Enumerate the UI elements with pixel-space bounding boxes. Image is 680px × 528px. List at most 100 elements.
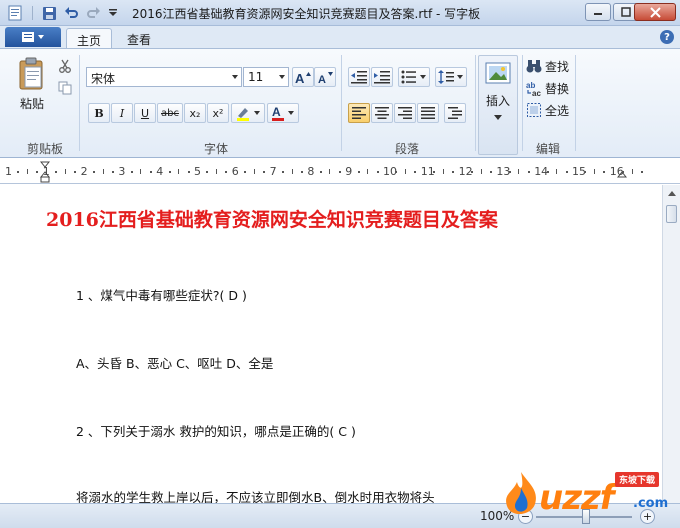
save-icon[interactable] <box>40 4 58 22</box>
increase-indent-button[interactable] <box>371 67 393 87</box>
subscript-button[interactable]: x₂ <box>184 103 206 123</box>
copy-icon <box>58 81 72 95</box>
customize-quick-access-icon[interactable] <box>104 4 122 22</box>
text-color-icon: A <box>272 105 294 121</box>
font-size-value: 11 <box>248 70 264 84</box>
list-button[interactable] <box>398 67 430 87</box>
ruler-tick <box>518 169 520 174</box>
ruler-dot <box>319 171 322 173</box>
ruler-dot <box>603 171 606 173</box>
ruler-dot <box>641 171 644 173</box>
decrease-indent-icon <box>351 71 367 84</box>
superscript-button[interactable]: x² <box>207 103 229 123</box>
ruler-number: 8 <box>307 165 315 178</box>
ruler-dot <box>74 171 77 173</box>
ruler-tick <box>178 169 180 174</box>
paragraph-icon <box>448 107 462 119</box>
select-all-icon <box>527 103 541 117</box>
ruler-dot <box>300 171 303 173</box>
help-icon[interactable]: ? <box>660 30 674 44</box>
decrease-indent-button[interactable] <box>348 67 370 87</box>
select-all-button[interactable]: 全选 <box>526 101 576 119</box>
ruler[interactable]: 1 1 2 3 4 5 6 7 8 9 10 11 12 13 14 15 16 <box>0 160 680 184</box>
underline-button[interactable]: U <box>134 103 156 123</box>
replace-button[interactable]: ab ac 替换 <box>526 79 576 97</box>
ruler-number: 5 <box>194 165 201 178</box>
watermark-flame-icon <box>506 472 536 515</box>
chevron-down-icon <box>279 75 285 79</box>
application-menu-button[interactable] <box>5 27 61 47</box>
align-center-button[interactable] <box>371 103 393 123</box>
align-left-icon <box>352 107 366 119</box>
ruler-dot <box>17 171 20 173</box>
undo-icon[interactable] <box>62 4 80 22</box>
vertical-scrollbar[interactable] <box>662 185 680 503</box>
svg-text:A: A <box>272 105 281 119</box>
ruler-dot <box>168 171 171 173</box>
text-color-button[interactable]: A <box>267 103 299 123</box>
ruler-dot <box>149 171 152 173</box>
ruler-tick <box>480 169 482 174</box>
scrollbar-thumb[interactable] <box>666 205 677 223</box>
ruler-dot <box>508 171 511 173</box>
ruler-dot <box>282 171 285 173</box>
line-spacing-button[interactable] <box>435 67 467 87</box>
ruler-dot <box>414 171 417 173</box>
ruler-dot <box>622 171 625 173</box>
increase-indent-icon <box>374 71 390 84</box>
application-menu-icon <box>22 32 44 42</box>
title-bar: 2016江西省基础教育资源网安全知识竞赛题目及答案.rtf - 写字板 <box>0 0 680 26</box>
ruler-dot <box>244 171 247 173</box>
ruler-dot <box>263 171 266 173</box>
insert-label: 插入 <box>485 94 510 108</box>
align-right-icon <box>398 107 412 119</box>
watermark-brand: uzzf <box>539 478 615 518</box>
chevron-down-icon <box>232 75 238 79</box>
align-left-button[interactable] <box>348 103 370 123</box>
document-area[interactable]: 2016江西省基础教育资源网安全知识竞赛题目及答案 1 、煤气中毒有哪些症状?(… <box>0 185 662 503</box>
align-center-icon <box>375 107 389 119</box>
tab-home[interactable]: 主页 <box>66 28 113 48</box>
grow-font-button[interactable]: A <box>292 67 314 87</box>
group-separator <box>79 55 80 151</box>
document-line: A、头昏 B、恶心 C、呕吐 D、全是 <box>76 356 274 371</box>
document-line: 1 、煤气中毒有哪些症状?( D ) <box>76 288 247 303</box>
tab-view-label: 查看 <box>127 33 152 47</box>
highlight-color-button[interactable] <box>231 103 265 123</box>
ruler-tick <box>593 169 595 174</box>
font-size-select[interactable]: 11 <box>243 67 289 87</box>
tab-view[interactable]: 查看 <box>117 28 161 48</box>
align-right-button[interactable] <box>394 103 416 123</box>
copy-button[interactable] <box>56 79 74 97</box>
ruler-number: 2 <box>80 165 88 178</box>
justify-button[interactable] <box>417 103 439 123</box>
watermark-suffix: .com <box>633 496 669 511</box>
paragraph-settings-button[interactable] <box>444 103 466 123</box>
minimize-button[interactable] <box>585 3 611 21</box>
cut-button[interactable] <box>56 57 74 75</box>
ruler-number: 1 <box>42 165 50 178</box>
close-button[interactable] <box>634 3 676 21</box>
group-separator <box>575 55 576 151</box>
shrink-font-icon: A <box>318 72 333 84</box>
ruler-tick <box>631 169 633 174</box>
ruler-dot <box>130 171 133 173</box>
shrink-font-button[interactable]: A <box>314 67 336 87</box>
font-family-select[interactable]: 宋体 <box>86 67 242 87</box>
bold-button[interactable]: B <box>88 103 110 123</box>
find-button[interactable]: 查找 <box>526 57 576 75</box>
insert-button[interactable]: 插入 <box>478 55 518 155</box>
ruler-tick <box>215 169 217 174</box>
picture-icon <box>485 62 511 84</box>
paste-icon <box>19 57 43 89</box>
document-line: 将溺水的学生救上岸以后，不应该立即倒水B、倒水时用衣物将头 <box>76 490 435 503</box>
paste-button[interactable]: 粘贴 <box>10 53 54 115</box>
ruler-dot <box>546 171 549 173</box>
wordpad-app-icon[interactable] <box>6 4 24 22</box>
scroll-up-icon[interactable] <box>668 191 676 196</box>
italic-button[interactable]: I <box>111 103 133 123</box>
select-all-label: 全选 <box>545 103 570 118</box>
strikethrough-button[interactable]: abc <box>157 103 183 123</box>
redo-icon[interactable] <box>84 4 102 22</box>
ruler-dot <box>395 171 398 173</box>
